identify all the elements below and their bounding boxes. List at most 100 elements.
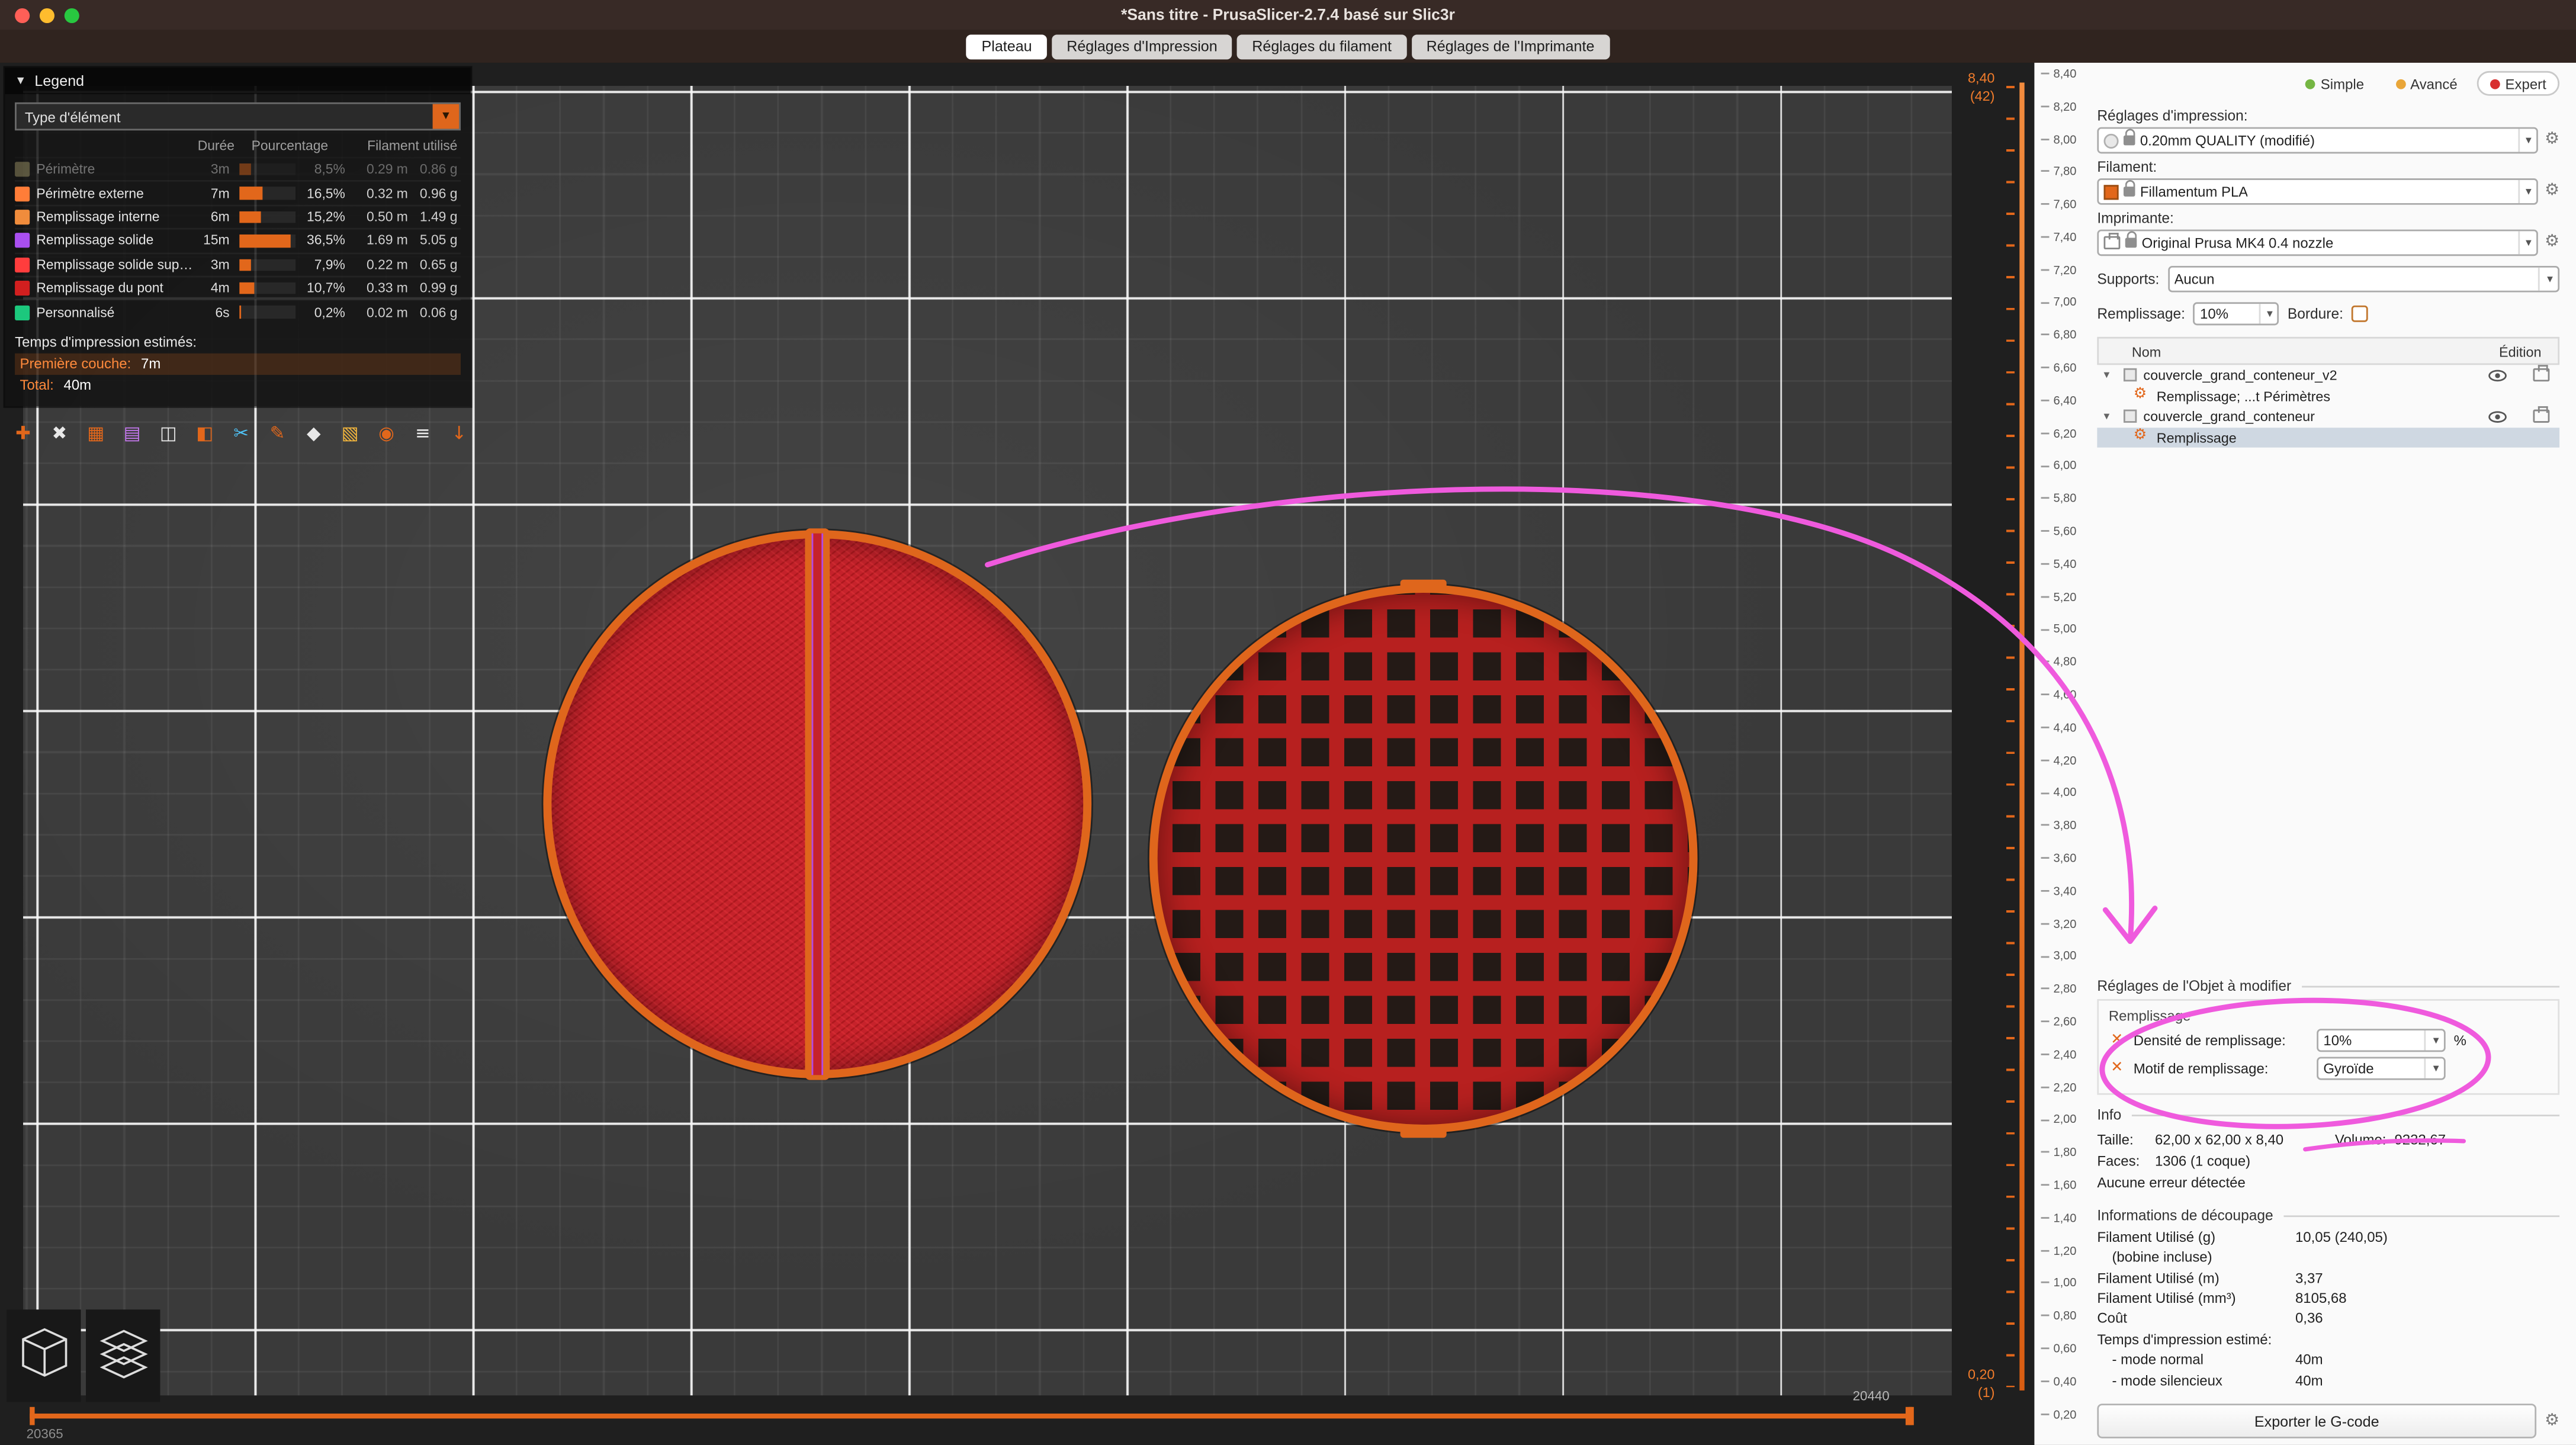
setting-value-select[interactable]: Gyroïde▾ xyxy=(2317,1058,2446,1081)
eye-icon[interactable] xyxy=(2488,370,2507,381)
horizontal-move-slider[interactable] xyxy=(30,1414,1912,1418)
layer-tick[interactable]: 2,00 xyxy=(2041,1114,2094,1126)
layer-tick[interactable]: 4,40 xyxy=(2041,721,2094,733)
printer-preset-select[interactable]: Original Prusa MK4 0.4 nozzle ▾ xyxy=(2097,230,2538,256)
layer-tick[interactable]: 8,20 xyxy=(2041,101,2094,113)
paint-supports-icon[interactable]: ✎ xyxy=(264,419,291,446)
place-on-bed-icon[interactable]: ↓ xyxy=(446,419,473,446)
hslider-handle[interactable] xyxy=(1906,1407,1914,1425)
minimize-button[interactable] xyxy=(40,8,54,23)
object-settings-row[interactable]: ⚙Remplissage xyxy=(2097,427,2559,448)
layer-tick[interactable]: 6,40 xyxy=(2041,394,2094,406)
layer-tick[interactable]: 6,20 xyxy=(2041,428,2094,439)
layer-tick[interactable]: 1,20 xyxy=(2041,1245,2094,1257)
layer-tick[interactable]: 4,80 xyxy=(2041,656,2094,668)
print-preset-select[interactable]: 0.20mm QUALITY (modifié) ▾ xyxy=(2097,127,2538,154)
layer-tick[interactable]: 1,40 xyxy=(2041,1212,2094,1224)
delete-all-icon[interactable]: ▦ xyxy=(82,419,109,446)
layer-tick[interactable]: 7,40 xyxy=(2041,231,2094,243)
layer-tick[interactable]: 5,00 xyxy=(2041,624,2094,635)
cut-icon[interactable]: ✂ xyxy=(228,419,255,446)
object-row[interactable]: ▾couvercle_grand_conteneur xyxy=(2097,406,2559,427)
delete-icon[interactable]: ✖ xyxy=(46,419,73,446)
layer-tick[interactable]: 3,60 xyxy=(2041,852,2094,864)
layer-tick[interactable]: 3,00 xyxy=(2041,951,2094,962)
model-couvercle-grand-conteneur[interactable] xyxy=(1149,585,1698,1133)
layer-tick[interactable]: 0,80 xyxy=(2041,1310,2094,1322)
filament-preset-select[interactable]: Fillamentum PLA ▾ xyxy=(2097,178,2538,205)
layer-tick[interactable]: 6,80 xyxy=(2041,329,2094,341)
object-row[interactable]: ▾couvercle_grand_conteneur_v2 xyxy=(2097,365,2559,386)
layer-tick[interactable]: 2,80 xyxy=(2041,983,2094,995)
viewport-3d[interactable]: ▼ Legend Type d'élément ▼ Durée Pourcent… xyxy=(0,63,2034,1445)
layer-tick[interactable]: 0,40 xyxy=(2041,1375,2094,1387)
layer-tick[interactable]: 4,00 xyxy=(2041,787,2094,799)
mode-avance[interactable]: Avancé xyxy=(2384,71,2469,96)
legend-header[interactable]: ▼ Legend xyxy=(5,68,470,94)
layer-tick[interactable]: 4,20 xyxy=(2041,754,2094,766)
layer-tick[interactable]: 6,00 xyxy=(2041,460,2094,472)
layer-tick[interactable]: 3,40 xyxy=(2041,885,2094,897)
layer-tick[interactable]: 7,00 xyxy=(2041,297,2094,309)
search-icon[interactable]: ◉ xyxy=(373,419,400,446)
layer-tick[interactable]: 3,20 xyxy=(2041,918,2094,930)
mode-expert[interactable]: Expert xyxy=(2477,71,2559,96)
view-layers-icon[interactable] xyxy=(86,1309,160,1402)
element-type-select[interactable]: Type d'élément ▼ xyxy=(15,102,461,130)
layer-slider[interactable] xyxy=(2019,82,2025,1390)
split-icon[interactable]: ◧ xyxy=(191,419,218,446)
tab-reglages-d-impression[interactable]: Réglages d'Impression xyxy=(1052,34,1232,59)
layer-tick[interactable]: 7,80 xyxy=(2041,166,2094,178)
layer-tick[interactable]: 7,20 xyxy=(2041,264,2094,276)
edit-print-settings-icon[interactable]: ⚙ xyxy=(2545,132,2559,149)
setting-value-select[interactable]: 10%▾ xyxy=(2317,1030,2446,1053)
layer-tick[interactable]: 5,60 xyxy=(2041,525,2094,537)
layer-tick[interactable]: 5,80 xyxy=(2041,493,2094,505)
layer-tick[interactable]: 0,60 xyxy=(2041,1343,2094,1354)
zoom-button[interactable] xyxy=(65,8,79,23)
view-3d-icon[interactable] xyxy=(7,1309,81,1402)
arrange-icon[interactable]: ▤ xyxy=(119,419,146,446)
layer-tick[interactable]: 1,00 xyxy=(2041,1277,2094,1289)
remove-setting-icon[interactable]: ✕ xyxy=(2109,1061,2125,1078)
add-icon[interactable]: ✚ xyxy=(10,419,37,446)
export-settings-gear-icon[interactable]: ⚙ xyxy=(2545,1413,2559,1430)
mode-simple[interactable]: Simple xyxy=(2294,71,2375,96)
object-settings-row[interactable]: ⚙Remplissage; ...t Périmètres xyxy=(2097,386,2559,406)
seam-icon[interactable]: ◆ xyxy=(300,419,327,446)
edit-printer-settings-icon[interactable]: ⚙ xyxy=(2545,235,2559,251)
layer-tick[interactable]: 2,40 xyxy=(2041,1048,2094,1060)
layer-tick[interactable]: 5,40 xyxy=(2041,558,2094,570)
printable-icon[interactable] xyxy=(2533,369,2549,382)
remove-setting-icon[interactable]: ✕ xyxy=(2109,1033,2125,1049)
copy-icon[interactable]: ◫ xyxy=(155,419,182,446)
brim-checkbox[interactable] xyxy=(2352,306,2368,322)
layer-tick[interactable]: 7,60 xyxy=(2041,198,2094,210)
layer-tick[interactable]: 2,20 xyxy=(2041,1081,2094,1093)
layer-tick[interactable]: 8,40 xyxy=(2041,68,2094,79)
layer-tick[interactable]: 1,80 xyxy=(2041,1147,2094,1158)
infill-density-select[interactable]: 10% ▾ xyxy=(2193,302,2279,325)
edit-filament-settings-icon[interactable]: ⚙ xyxy=(2545,184,2559,200)
model-couvercle-grand-conteneur-v2[interactable] xyxy=(543,530,1091,1078)
variable-layer-height-icon[interactable]: ≡ xyxy=(410,419,436,446)
close-button[interactable] xyxy=(15,8,30,23)
tab-reglages-du-filament[interactable]: Réglages du filament xyxy=(1237,34,1406,59)
layer-tick[interactable]: 8,00 xyxy=(2041,133,2094,145)
tab-reglages-de-l-imprimante[interactable]: Réglages de l'Imprimante xyxy=(1412,34,1610,59)
layer-tick[interactable]: 4,60 xyxy=(2041,689,2094,701)
layer-tick[interactable]: 3,80 xyxy=(2041,820,2094,831)
tab-plateau[interactable]: Plateau xyxy=(966,34,1046,59)
layer-tick[interactable]: 5,20 xyxy=(2041,591,2094,603)
expand-caret-icon[interactable]: ▾ xyxy=(2103,369,2116,382)
eye-icon[interactable] xyxy=(2488,411,2507,423)
dropdown-arrow-icon[interactable]: ▼ xyxy=(433,104,460,129)
mmu-paint-icon[interactable]: ▧ xyxy=(337,419,364,446)
layer-tick[interactable]: 0,20 xyxy=(2041,1408,2094,1420)
layer-tick[interactable]: 2,60 xyxy=(2041,1016,2094,1027)
export-gcode-button[interactable]: Exporter le G-code xyxy=(2097,1404,2536,1438)
layer-tick[interactable]: 6,60 xyxy=(2041,362,2094,374)
expand-caret-icon[interactable]: ▾ xyxy=(2103,410,2116,423)
layer-tick[interactable]: 1,60 xyxy=(2041,1179,2094,1191)
supports-select[interactable]: Aucun ▾ xyxy=(2167,266,2559,293)
